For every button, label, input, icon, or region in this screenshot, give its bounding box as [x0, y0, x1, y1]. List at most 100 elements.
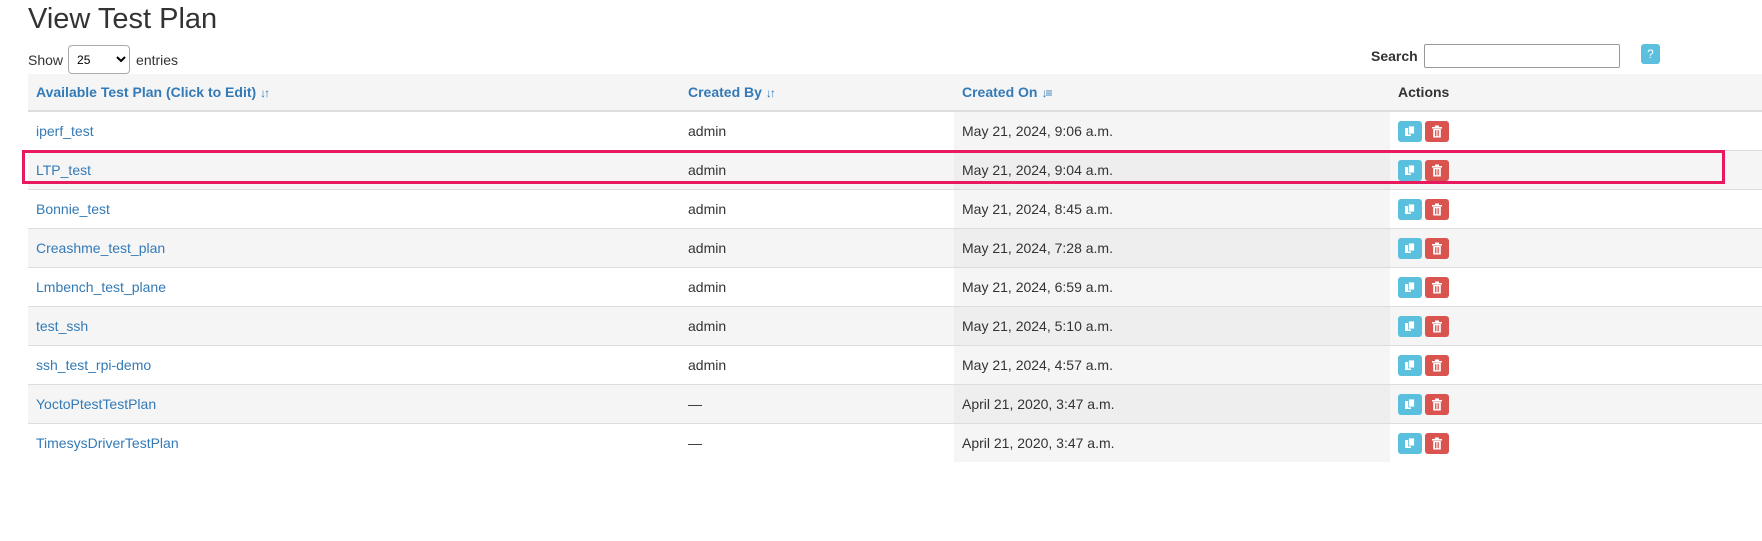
created-on-cell: May 21, 2024, 7:28 a.m. — [954, 228, 1390, 268]
show-label: Show — [28, 51, 64, 68]
copy-icon — [1405, 164, 1415, 175]
copy-button[interactable] — [1398, 354, 1422, 376]
trash-icon — [1432, 125, 1442, 137]
trash-icon — [1432, 281, 1442, 293]
entries-select[interactable]: 25 — [68, 45, 131, 74]
delete-button[interactable] — [1425, 237, 1449, 259]
plan-name-link[interactable]: Lmbench_test_plane — [36, 279, 166, 295]
copy-button[interactable] — [1398, 120, 1422, 142]
copy-icon — [1405, 359, 1415, 370]
copy-icon — [1405, 242, 1415, 253]
plan-name-link[interactable]: TimesysDriverTestPlan — [36, 435, 179, 451]
plan-name-link[interactable]: LTP_test — [36, 162, 91, 178]
created-by-cell: — — [680, 384, 954, 424]
created-by-cell: — — [680, 423, 954, 462]
actions-cell — [1390, 306, 1762, 346]
created-by-cell: admin — [680, 150, 954, 190]
copy-icon — [1405, 437, 1415, 448]
trash-icon — [1432, 320, 1442, 332]
created-on-cell: May 21, 2024, 6:59 a.m. — [954, 267, 1390, 307]
plan-name-link[interactable]: ssh_test_rpi-demo — [36, 357, 151, 373]
copy-icon — [1405, 281, 1415, 292]
created-on-cell: May 21, 2024, 9:06 a.m. — [954, 111, 1390, 151]
copy-button[interactable] — [1398, 432, 1422, 454]
copy-button[interactable] — [1398, 198, 1422, 220]
table-row: Bonnie_test admin May 21, 2024, 8:45 a.m… — [28, 189, 1762, 229]
copy-button[interactable] — [1398, 276, 1422, 298]
created-by-cell: admin — [680, 267, 954, 307]
created-on-cell: May 21, 2024, 4:57 a.m. — [954, 345, 1390, 385]
actions-cell — [1390, 150, 1762, 190]
trash-icon — [1432, 164, 1442, 176]
created-by-cell: admin — [680, 306, 954, 346]
table-row: iperf_test admin May 21, 2024, 9:06 a.m. — [28, 111, 1762, 151]
table-row: TimesysDriverTestPlan — April 21, 2020, … — [28, 423, 1762, 462]
sort-desc-icon: ↓≡ — [1041, 86, 1052, 100]
copy-icon — [1405, 203, 1415, 214]
copy-icon — [1405, 125, 1415, 136]
created-on-cell: April 21, 2020, 3:47 a.m. — [954, 384, 1390, 424]
search-input[interactable] — [1423, 44, 1620, 68]
actions-cell — [1390, 423, 1762, 462]
table-row: Lmbench_test_plane admin May 21, 2024, 6… — [28, 267, 1762, 307]
column-header-created-on[interactable]: Created On ↓≡ — [954, 74, 1390, 112]
copy-button[interactable] — [1398, 237, 1422, 259]
copy-icon — [1405, 320, 1415, 331]
plan-name-cell: Lmbench_test_plane — [28, 267, 680, 307]
plan-name-cell: Bonnie_test — [28, 189, 680, 229]
plan-name-link[interactable]: test_ssh — [36, 318, 88, 334]
plan-name-cell: iperf_test — [28, 111, 680, 151]
copy-button[interactable] — [1398, 393, 1422, 415]
created-by-cell: admin — [680, 189, 954, 229]
delete-button[interactable] — [1425, 276, 1449, 298]
trash-icon — [1432, 437, 1442, 449]
created-by-cell: admin — [680, 111, 954, 151]
entries-length-control: Show 25 entries — [28, 45, 178, 74]
delete-button[interactable] — [1425, 159, 1449, 181]
delete-button[interactable] — [1425, 393, 1449, 415]
actions-cell — [1390, 345, 1762, 385]
copy-button[interactable] — [1398, 159, 1422, 181]
trash-icon — [1432, 398, 1442, 410]
search-label: Search — [1371, 48, 1418, 64]
plan-name-cell: LTP_test — [28, 150, 680, 190]
trash-icon — [1432, 242, 1442, 254]
trash-icon — [1432, 203, 1442, 215]
actions-cell — [1390, 228, 1762, 268]
page-title: View Test Plan — [28, 3, 218, 35]
plan-name-cell: YoctoPtestTestPlan — [28, 384, 680, 424]
actions-cell — [1390, 384, 1762, 424]
trash-icon — [1432, 359, 1442, 371]
delete-button[interactable] — [1425, 315, 1449, 337]
column-header-created-on-label: Created On — [962, 84, 1038, 100]
help-button[interactable]: ? — [1641, 44, 1660, 64]
delete-button[interactable] — [1425, 432, 1449, 454]
sort-icon: ↓↑ — [765, 86, 776, 100]
plan-name-cell: test_ssh — [28, 306, 680, 346]
plan-name-link[interactable]: YoctoPtestTestPlan — [36, 396, 156, 412]
plan-name-cell: Creashme_test_plan — [28, 228, 680, 268]
actions-cell — [1390, 267, 1762, 307]
plan-name-link[interactable]: Bonnie_test — [36, 201, 110, 217]
plan-name-link[interactable]: Creashme_test_plan — [36, 240, 165, 256]
copy-icon — [1405, 398, 1415, 409]
created-on-cell: May 21, 2024, 5:10 a.m. — [954, 306, 1390, 346]
column-header-created-by[interactable]: Created By ↓↑ — [680, 74, 954, 112]
table-row: ssh_test_rpi-demo admin May 21, 2024, 4:… — [28, 345, 1762, 385]
search-control: Search — [1371, 44, 1620, 68]
test-plan-table: Available Test Plan (Click to Edit) ↓↑ Cr… — [28, 74, 1762, 462]
created-by-cell: admin — [680, 345, 954, 385]
column-header-plan[interactable]: Available Test Plan (Click to Edit) ↓↑ — [28, 74, 680, 112]
delete-button[interactable] — [1425, 120, 1449, 142]
plan-name-link[interactable]: iperf_test — [36, 123, 94, 139]
table-row: YoctoPtestTestPlan — April 21, 2020, 3:4… — [28, 384, 1762, 424]
delete-button[interactable] — [1425, 198, 1449, 220]
actions-cell — [1390, 111, 1762, 151]
delete-button[interactable] — [1425, 354, 1449, 376]
column-header-plan-label: Available Test Plan (Click to Edit) — [36, 84, 257, 100]
sort-icon: ↓↑ — [260, 86, 270, 100]
created-on-cell: May 21, 2024, 9:04 a.m. — [954, 150, 1390, 190]
table-row: Creashme_test_plan admin May 21, 2024, 7… — [28, 228, 1762, 268]
table-row: LTP_test admin May 21, 2024, 9:04 a.m. — [28, 150, 1762, 190]
copy-button[interactable] — [1398, 315, 1422, 337]
